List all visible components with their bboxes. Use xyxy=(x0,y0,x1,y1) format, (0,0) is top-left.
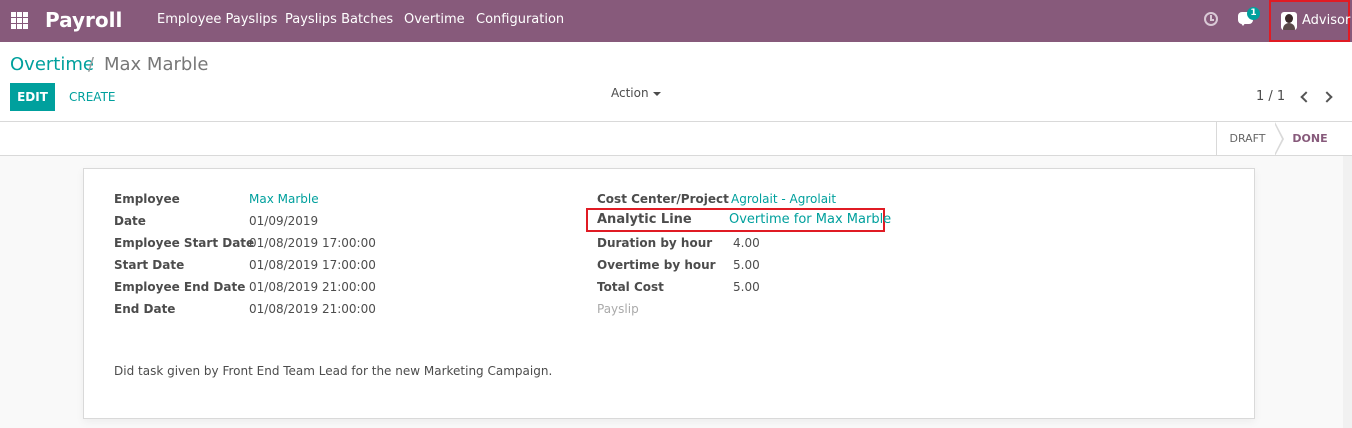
duration-value: 4.00 xyxy=(733,236,760,250)
edit-button[interactable]: EDIT xyxy=(10,83,55,111)
employee-start-date-value: 01/08/2019 17:00:00 xyxy=(249,236,376,250)
stage-draft[interactable]: DRAFT xyxy=(1216,122,1278,155)
top-navbar: Payroll Employee Payslips Payslips Batch… xyxy=(0,0,1352,42)
user-menu[interactable]: Advisor xyxy=(1269,0,1350,42)
pager-prev-icon[interactable] xyxy=(1297,90,1311,104)
app-name[interactable]: Payroll xyxy=(45,7,122,33)
pager-value: 1 / 1 xyxy=(1256,89,1286,104)
user-name: Advisor xyxy=(1302,13,1351,28)
employee-end-date-label: Employee End Date xyxy=(114,280,246,294)
analytic-line-value[interactable]: Overtime for Max Marble xyxy=(729,212,891,228)
apps-grid-icon[interactable] xyxy=(11,12,28,29)
overtime-label: Overtime by hour xyxy=(597,258,716,272)
menu-employee-payslips[interactable]: Employee Payslips xyxy=(157,12,277,28)
status-bar: DRAFT DONE xyxy=(0,122,1352,156)
avatar xyxy=(1281,12,1297,30)
action-label: Action xyxy=(611,86,649,100)
total-cost-label: Total Cost xyxy=(597,280,664,294)
control-panel: Overtime / Max Marble EDIT CREATE Action… xyxy=(0,42,1352,122)
pager-next-icon[interactable] xyxy=(1322,90,1336,104)
start-date-label: Start Date xyxy=(114,258,185,272)
breadcrumb-parent[interactable]: Overtime xyxy=(10,54,94,76)
duration-label: Duration by hour xyxy=(597,236,713,250)
employee-value[interactable]: Max Marble xyxy=(249,191,319,207)
employee-label: Employee xyxy=(114,192,180,206)
scrollbar[interactable] xyxy=(1343,156,1352,428)
employee-start-date-label: Employee Start Date xyxy=(114,236,255,250)
chat-badge: 1 xyxy=(1247,7,1260,20)
cost-center-label: Cost Center/Project xyxy=(597,192,729,206)
overtime-value: 5.00 xyxy=(733,258,760,272)
start-date-value: 01/08/2019 17:00:00 xyxy=(249,258,376,272)
action-dropdown[interactable]: Action xyxy=(611,85,661,101)
end-date-label: End Date xyxy=(114,302,176,316)
create-button[interactable]: CREATE xyxy=(69,83,116,111)
breadcrumb-separator: / xyxy=(88,54,95,75)
clock-icon[interactable] xyxy=(1204,12,1218,26)
menu-configuration[interactable]: Configuration xyxy=(476,12,564,28)
payslip-label: Payslip xyxy=(597,302,639,316)
date-label: Date xyxy=(114,214,146,228)
menu-payslips-batches[interactable]: Payslips Batches xyxy=(285,12,393,28)
stage-done[interactable]: DONE xyxy=(1278,122,1342,155)
analytic-line-label: Analytic Line xyxy=(597,212,692,227)
date-value: 01/09/2019 xyxy=(249,214,319,228)
end-date-value: 01/08/2019 21:00:00 xyxy=(249,302,376,316)
caret-down-icon xyxy=(652,91,661,96)
total-cost-value: 5.00 xyxy=(733,280,760,294)
breadcrumb-current: Max Marble xyxy=(104,54,209,75)
cost-center-value[interactable]: Agrolait - Agrolait xyxy=(731,191,836,207)
employee-end-date-value: 01/08/2019 21:00:00 xyxy=(249,280,376,294)
menu-overtime[interactable]: Overtime xyxy=(404,12,465,28)
description-note: Did task given by Front End Team Lead fo… xyxy=(114,364,553,378)
